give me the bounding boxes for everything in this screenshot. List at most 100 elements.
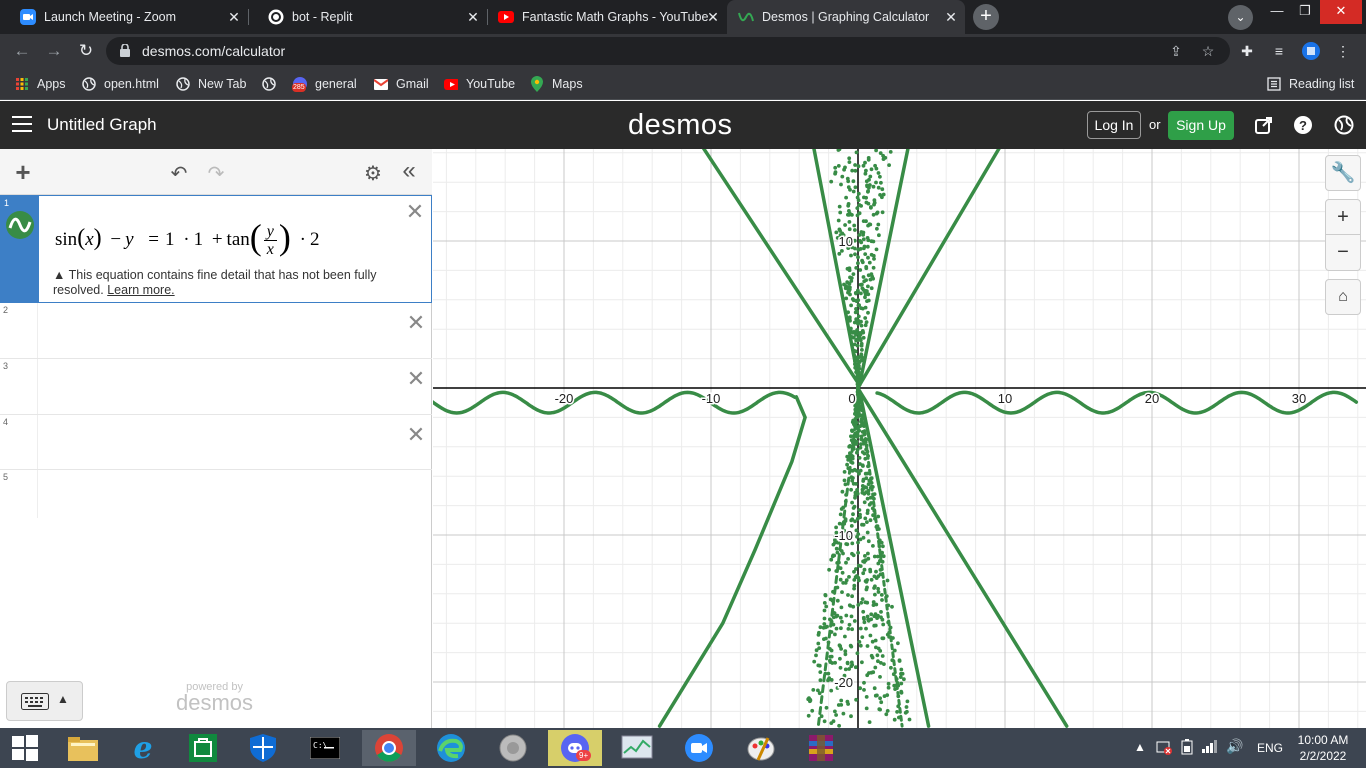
fine-detail-dot bbox=[862, 246, 866, 251]
fine-detail-dot bbox=[829, 622, 834, 627]
close-icon[interactable]: ✕ bbox=[465, 9, 481, 25]
close-icon[interactable]: ✕ bbox=[226, 9, 242, 25]
chevron-up-icon[interactable]: ▲ bbox=[1134, 740, 1146, 754]
fine-detail-dot bbox=[841, 551, 845, 556]
hamburger-menu-icon[interactable] bbox=[12, 116, 32, 134]
reading-list-button[interactable]: Reading list bbox=[1267, 76, 1354, 92]
bookmark-youtube[interactable]: YouTube bbox=[444, 76, 515, 92]
fine-detail-dot bbox=[884, 712, 889, 717]
share-graph-icon[interactable] bbox=[1254, 115, 1274, 135]
expression-row[interactable]: 1 sin(x) − y = 1 · 1 + tan(y x) · 2 ▲ This equ… bbox=[0, 195, 432, 303]
command-prompt-icon[interactable]: C:\ bbox=[298, 730, 352, 766]
axis-labels: -20 -10 0 10 20 30 10 -10 -20 bbox=[553, 233, 1308, 692]
fine-detail-dot bbox=[865, 244, 870, 249]
new-tab-button[interactable]: + bbox=[973, 4, 999, 30]
media-queue-icon[interactable]: ≡ bbox=[1270, 42, 1288, 60]
learn-more-link[interactable]: Learn more. bbox=[107, 283, 174, 297]
extensions-puzzle-icon[interactable]: ✚ bbox=[1238, 42, 1256, 60]
fine-detail-dot bbox=[860, 260, 865, 265]
bookmark-open-html[interactable]: open.html bbox=[82, 76, 159, 92]
close-icon[interactable]: ✕ bbox=[705, 9, 721, 25]
collapse-panel-icon[interactable]: « bbox=[398, 159, 420, 183]
bookmark-gmail[interactable]: Gmail bbox=[374, 76, 429, 92]
delete-expression-icon[interactable]: ✕ bbox=[406, 312, 426, 334]
minimize-icon[interactable]: — bbox=[1262, 0, 1292, 24]
fine-detail-dot bbox=[858, 686, 862, 691]
microsoft-store-icon[interactable] bbox=[176, 730, 230, 766]
home-view-icon[interactable]: ⌂ bbox=[1325, 279, 1361, 315]
speaker-app-icon[interactable] bbox=[486, 730, 540, 766]
address-bar[interactable]: desmos.com/calculator ⇪ ☆ bbox=[106, 37, 1230, 65]
expression-row[interactable]: 5 bbox=[0, 470, 432, 518]
tab-youtube[interactable]: Fantastic Math Graphs - YouTube ✕ bbox=[487, 0, 727, 34]
window-close-icon[interactable]: ✕ bbox=[1320, 0, 1362, 24]
chrome-taskbar-icon[interactable] bbox=[362, 730, 416, 766]
graph-settings-wrench-icon[interactable]: 🔧 bbox=[1325, 155, 1361, 191]
fine-detail-dot bbox=[850, 429, 855, 433]
zoom-out-button[interactable]: − bbox=[1325, 235, 1361, 271]
close-icon[interactable]: ✕ bbox=[943, 9, 959, 25]
battery-icon[interactable] bbox=[1180, 739, 1194, 758]
network-error-icon[interactable] bbox=[1156, 739, 1172, 758]
bookmark-maps[interactable]: Maps bbox=[530, 76, 583, 92]
add-expression-icon[interactable]: + bbox=[12, 159, 34, 185]
reload-icon[interactable]: ↻ bbox=[75, 40, 97, 62]
performance-monitor-icon[interactable] bbox=[610, 730, 664, 766]
language-indicator[interactable]: ENG bbox=[1257, 741, 1283, 755]
expression-row[interactable]: 2 ✕ bbox=[0, 303, 432, 359]
taskbar-clock[interactable]: 10:00 AM 2/2/2022 bbox=[1284, 732, 1362, 764]
winrar-icon[interactable] bbox=[794, 730, 848, 766]
fine-detail-dot bbox=[896, 694, 901, 699]
graph-svg[interactable]: -20 -10 0 10 20 30 10 -10 -20 bbox=[433, 149, 1366, 728]
expression-row[interactable]: 4 ✕ bbox=[0, 415, 432, 470]
delete-expression-icon[interactable]: ✕ bbox=[405, 201, 425, 223]
delete-expression-icon[interactable]: ✕ bbox=[406, 424, 426, 446]
tab-search-chevron-icon[interactable]: ⌄ bbox=[1228, 5, 1253, 30]
graph-canvas[interactable]: -20 -10 0 10 20 30 10 -10 -20 🔧 + − ⌂ bbox=[433, 149, 1366, 728]
signup-button[interactable]: Sign Up bbox=[1168, 111, 1234, 140]
profile-avatar[interactable] bbox=[1302, 42, 1320, 60]
settings-gear-icon[interactable]: ⚙ bbox=[362, 161, 384, 185]
delete-expression-icon[interactable]: ✕ bbox=[406, 368, 426, 390]
restore-icon[interactable]: ❐ bbox=[1290, 0, 1320, 24]
expression-row[interactable]: 3 ✕ bbox=[0, 359, 432, 415]
back-arrow-icon[interactable]: ← bbox=[11, 40, 33, 62]
tab-desmos[interactable]: Desmos | Graphing Calculator ✕ bbox=[727, 0, 965, 34]
wifi-signal-icon[interactable] bbox=[1202, 739, 1218, 756]
paint-icon[interactable] bbox=[734, 730, 788, 766]
fine-detail-dot bbox=[840, 570, 845, 575]
bookmark-general[interactable]: 285 general bbox=[292, 76, 357, 92]
redo-icon[interactable]: ↷ bbox=[205, 161, 227, 185]
x-tick-label: 0 bbox=[848, 391, 855, 406]
keyboard-toggle-button[interactable]: ▲ bbox=[6, 681, 83, 721]
fine-detail-dot bbox=[852, 422, 856, 427]
bookmark-apps[interactable]: Apps bbox=[15, 76, 66, 92]
help-icon[interactable]: ? bbox=[1293, 115, 1313, 135]
fine-detail-dot bbox=[879, 540, 884, 545]
file-explorer-icon[interactable] bbox=[56, 730, 110, 766]
graph-title[interactable]: Untitled Graph bbox=[47, 115, 157, 135]
volume-icon[interactable]: 🔊 bbox=[1226, 738, 1243, 755]
fine-detail-dot bbox=[840, 590, 844, 594]
language-globe-icon[interactable] bbox=[1334, 115, 1354, 135]
login-button[interactable]: Log In bbox=[1087, 111, 1141, 139]
bookmark-new-tab[interactable]: New Tab bbox=[176, 76, 246, 92]
zoom-taskbar-icon[interactable] bbox=[672, 730, 726, 766]
fine-detail-dot bbox=[868, 222, 873, 227]
expression-formula[interactable]: sin(x) − y = 1 · 1 + tan(y x) · 2 bbox=[55, 216, 319, 258]
bookmark-globe[interactable] bbox=[262, 76, 284, 92]
edge-icon[interactable] bbox=[424, 730, 478, 766]
undo-icon[interactable]: ↶ bbox=[168, 161, 190, 185]
tab-zoom[interactable]: Launch Meeting - Zoom ✕ bbox=[0, 0, 249, 34]
zoom-in-button[interactable]: + bbox=[1325, 199, 1361, 235]
forward-arrow-icon[interactable]: → bbox=[43, 40, 65, 62]
windows-security-icon[interactable] bbox=[236, 730, 290, 766]
tab-replit[interactable]: bot - Replit ✕ bbox=[248, 0, 488, 34]
discord-taskbar-icon[interactable]: 9+ bbox=[548, 730, 602, 766]
share-icon[interactable]: ⇪ bbox=[1168, 43, 1184, 59]
internet-explorer-icon[interactable]: e bbox=[116, 730, 170, 766]
windows-start-icon[interactable] bbox=[0, 730, 50, 766]
star-icon[interactable]: ☆ bbox=[1200, 43, 1216, 59]
color-wave-icon[interactable] bbox=[5, 210, 35, 240]
browser-menu-icon[interactable]: ⋮ bbox=[1334, 42, 1352, 60]
